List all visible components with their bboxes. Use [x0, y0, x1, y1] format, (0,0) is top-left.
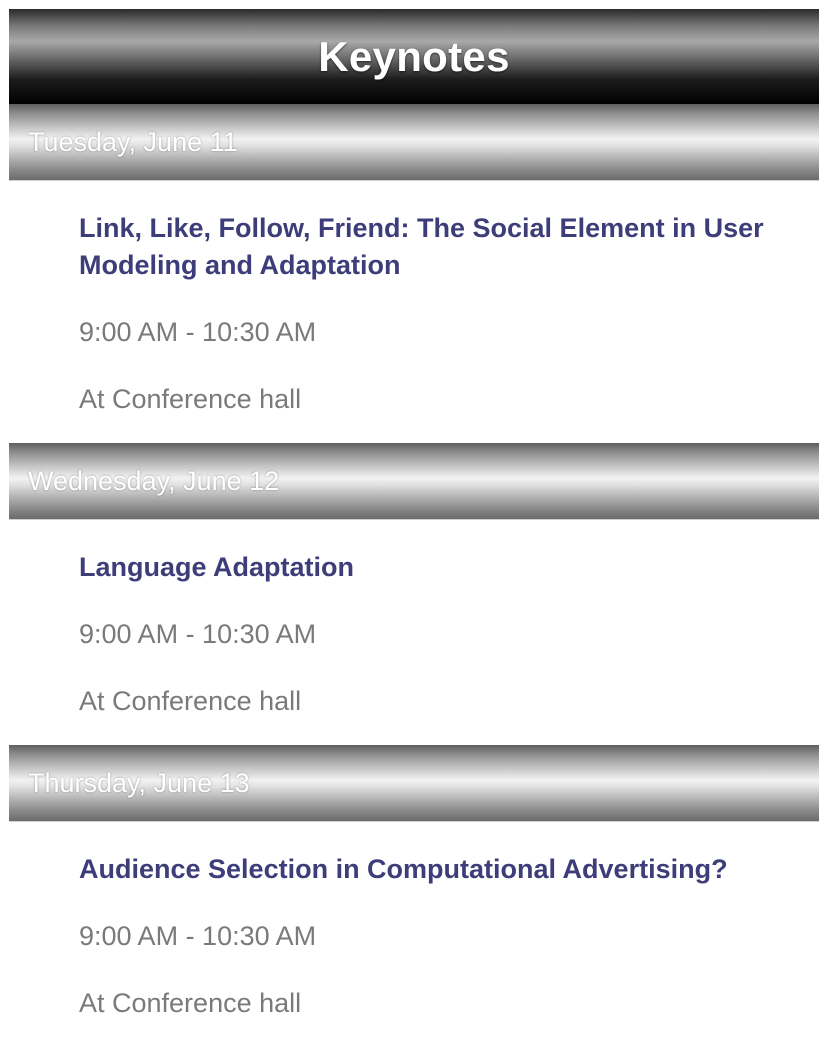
keynote-time: 9:00 AM - 10:30 AM	[79, 317, 317, 347]
keynote-title: Link, Like, Follow, Friend: The Social E…	[79, 213, 764, 280]
day-label: Wednesday, June 12	[28, 466, 280, 496]
keynote-title: Language Adaptation	[79, 552, 354, 582]
keynote-time: 9:00 AM - 10:30 AM	[79, 921, 317, 951]
keynote-item-audience-selection[interactable]: Audience Selection in Computational Adve…	[79, 851, 809, 1041]
day-label: Tuesday, June 11	[28, 127, 238, 157]
day-header-thursday: Thursday, June 13	[9, 745, 819, 822]
keynote-item-language-adaptation[interactable]: Language Adaptation 9:00 AM - 10:30 AM A…	[79, 549, 809, 739]
keynotes-screen: Keynotes Tuesday, June 11 Link, Like, Fo…	[0, 0, 819, 1044]
keynote-time: 9:00 AM - 10:30 AM	[79, 619, 317, 649]
keynote-location: At Conference hall	[79, 686, 302, 716]
keynote-title: Audience Selection in Computational Adve…	[79, 854, 728, 884]
day-label: Thursday, June 13	[28, 768, 250, 798]
day-header-tuesday: Tuesday, June 11	[9, 104, 819, 181]
page-title: Keynotes	[318, 32, 510, 80]
keynote-location: At Conference hall	[79, 988, 302, 1018]
day-header-wednesday: Wednesday, June 12	[9, 443, 819, 520]
keynote-location: At Conference hall	[79, 384, 302, 414]
title-bar: Keynotes	[9, 9, 819, 104]
keynote-item-social-element[interactable]: Link, Like, Follow, Friend: The Social E…	[79, 210, 809, 435]
